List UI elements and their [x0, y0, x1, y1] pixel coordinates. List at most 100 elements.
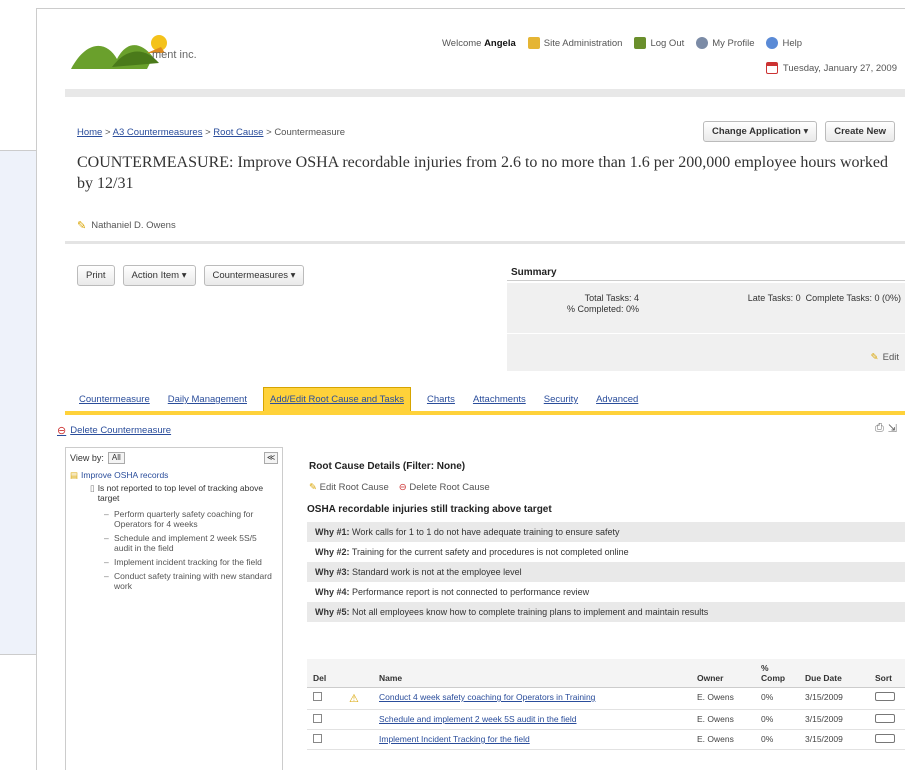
- summary-divider: [507, 333, 905, 334]
- help-link[interactable]: Help: [766, 37, 802, 49]
- root-cause-actions: ✎ Edit Root Cause ⊖ Delete Root Cause: [309, 482, 490, 493]
- print-icons: ⎙ ⇲: [875, 422, 897, 435]
- why-row: Why #5: Not all employees know how to co…: [307, 602, 905, 622]
- sort-handle[interactable]: [875, 714, 895, 723]
- help-icon: [766, 37, 779, 49]
- table-row: Schedule and implement 2 week 5S audit i…: [307, 709, 905, 730]
- summary-box: Total Tasks: 4 % Completed: 0% Late Task…: [507, 283, 905, 371]
- countermeasures-button[interactable]: Countermeasures ▾: [203, 265, 305, 286]
- delete-checkbox[interactable]: [313, 714, 322, 723]
- sort-handle[interactable]: [875, 692, 895, 701]
- table-row: ⚠ Conduct 4 week safety coaching for Ope…: [307, 687, 905, 710]
- top-buttons: Change Application ▾ Create New: [702, 121, 895, 142]
- task-link[interactable]: Schedule and implement 2 week 5S audit i…: [379, 714, 577, 724]
- task-owner: E. Owens: [691, 687, 755, 710]
- col-due: Due Date: [799, 659, 869, 688]
- breadcrumb-a3[interactable]: A3 Countermeasures: [113, 127, 203, 138]
- my-profile-link[interactable]: My Profile: [696, 37, 754, 49]
- calendar-icon: [765, 62, 778, 74]
- task-link[interactable]: Implement Incident Tracking for the fiel…: [379, 734, 530, 744]
- task-comp: 0%: [755, 729, 799, 750]
- delete-checkbox[interactable]: [313, 692, 322, 701]
- print-button[interactable]: Print: [77, 265, 115, 286]
- tree-child[interactable]: Conduct safety training with new standar…: [104, 571, 272, 591]
- company-logo: [71, 35, 167, 69]
- app-frame: ment inc. Welcome Angela Site Administra…: [36, 8, 905, 770]
- col-owner: Owner: [691, 659, 755, 688]
- delete-countermeasure-link[interactable]: ⊖ Delete Countermeasure: [57, 424, 171, 437]
- tree-sub-node[interactable]: ▯ Is not reported to top level of tracki…: [66, 481, 282, 503]
- root-cause-title: Root Cause Details (Filter: None): [309, 461, 466, 472]
- delete-icon: ⊖: [57, 425, 67, 437]
- page-title: COUNTERMEASURE: Improve OSHA recordable …: [77, 154, 888, 192]
- tree-child[interactable]: Implement incident tracking for the fiel…: [104, 557, 272, 567]
- tree-child[interactable]: Schedule and implement 2 week 5S/5 audit…: [104, 533, 272, 553]
- tree-filter: View by: All ≪: [66, 448, 282, 468]
- breadcrumb-current: Countermeasure: [274, 127, 346, 138]
- task-due: 3/15/2009: [799, 729, 869, 750]
- tab-advanced[interactable]: Advanced: [594, 388, 640, 411]
- profile-icon: [696, 37, 709, 49]
- change-application-button[interactable]: Change Application ▾: [702, 121, 818, 142]
- why-row: Why #1: Work calls for 1 to 1 do not hav…: [307, 522, 905, 542]
- tree-children: Perform quarterly safety coaching for Op…: [66, 503, 282, 591]
- tree-collapse-button[interactable]: ≪: [264, 452, 278, 464]
- welcome-text: Welcome Angela: [442, 37, 516, 49]
- delete-root-cause-link[interactable]: ⊖ Delete Root Cause: [399, 482, 490, 493]
- title-divider: [65, 241, 905, 244]
- tab-attachments[interactable]: Attachments: [471, 388, 528, 411]
- task-due: 3/15/2009: [799, 709, 869, 730]
- tree-root-node[interactable]: ▤ Improve OSHA records: [66, 468, 282, 481]
- summary-totals: Total Tasks: 4 % Completed: 0%: [567, 293, 640, 314]
- col-sort: Sort: [869, 659, 905, 688]
- admin-icon: [527, 37, 540, 49]
- export-icon[interactable]: ⇲: [888, 422, 897, 435]
- folder-icon: ▤: [70, 470, 79, 480]
- tab-daily-management[interactable]: Daily Management: [166, 388, 249, 411]
- gutter-panel: [0, 150, 36, 655]
- printer-icon[interactable]: ⎙: [875, 422, 884, 435]
- header-links: Welcome Angela Site Administration Log O…: [442, 37, 802, 49]
- tree-child[interactable]: Perform quarterly safety coaching for Op…: [104, 509, 272, 529]
- sort-handle[interactable]: [875, 734, 895, 743]
- breadcrumb-home[interactable]: Home: [77, 127, 102, 138]
- logo-text: ment inc.: [152, 49, 197, 61]
- edit-root-cause-link[interactable]: ✎ Edit Root Cause: [309, 482, 389, 493]
- view-by-select[interactable]: All: [107, 452, 125, 464]
- tab-security[interactable]: Security: [542, 388, 580, 411]
- logout-icon: [634, 37, 647, 49]
- summary-panel: Summary Total Tasks: 4 % Completed: 0% L…: [507, 265, 905, 371]
- delete-checkbox[interactable]: [313, 734, 322, 743]
- tab-root-cause-tasks[interactable]: Add/Edit Root Cause and Tasks: [262, 387, 411, 411]
- tab-countermeasure[interactable]: Countermeasure: [77, 388, 152, 411]
- root-cause-subtitle: OSHA recordable injuries still tracking …: [307, 504, 552, 515]
- action-item-button[interactable]: Action Item ▾: [122, 265, 196, 286]
- pencil-icon: ✎: [870, 352, 879, 363]
- delete-icon: ⊖: [398, 482, 407, 493]
- create-new-button[interactable]: Create New: [825, 121, 895, 142]
- date-display: Tuesday, January 27, 2009: [765, 62, 897, 74]
- breadcrumb-root-cause[interactable]: Root Cause: [213, 127, 263, 138]
- task-owner: E. Owens: [691, 709, 755, 730]
- author: ✎ Nathaniel D. Owens: [77, 220, 176, 232]
- logout-link[interactable]: Log Out: [634, 37, 684, 49]
- document-icon: ▯: [90, 483, 95, 493]
- task-owner: E. Owens: [691, 729, 755, 750]
- task-link[interactable]: Conduct 4 week safety coaching for Opera…: [379, 692, 595, 702]
- tab-charts[interactable]: Charts: [425, 388, 457, 411]
- table-row: Implement Incident Tracking for the fiel…: [307, 729, 905, 750]
- pencil-icon: ✎: [309, 482, 317, 493]
- col-del: Del: [307, 659, 343, 688]
- tasks-table: Del Name Owner % Comp Due Date Sort ⚠ Co…: [307, 659, 905, 750]
- site-admin-link[interactable]: Site Administration: [527, 37, 622, 49]
- why-row: Why #3: Standard work is not at the empl…: [307, 562, 905, 582]
- task-comp: 0%: [755, 709, 799, 730]
- pencil-icon: ✎: [77, 220, 87, 232]
- summary-edit-link[interactable]: ✎ Edit: [871, 352, 899, 363]
- col-flag: [343, 659, 373, 688]
- action-buttons: Print Action Item ▾ Countermeasures ▾: [77, 265, 305, 286]
- warning-icon: ⚠: [349, 693, 359, 705]
- root-cause-tree: View by: All ≪ ▤ Improve OSHA records ▯ …: [65, 447, 283, 770]
- five-whys: Why #1: Work calls for 1 to 1 do not hav…: [307, 522, 905, 622]
- header-divider: [65, 89, 905, 97]
